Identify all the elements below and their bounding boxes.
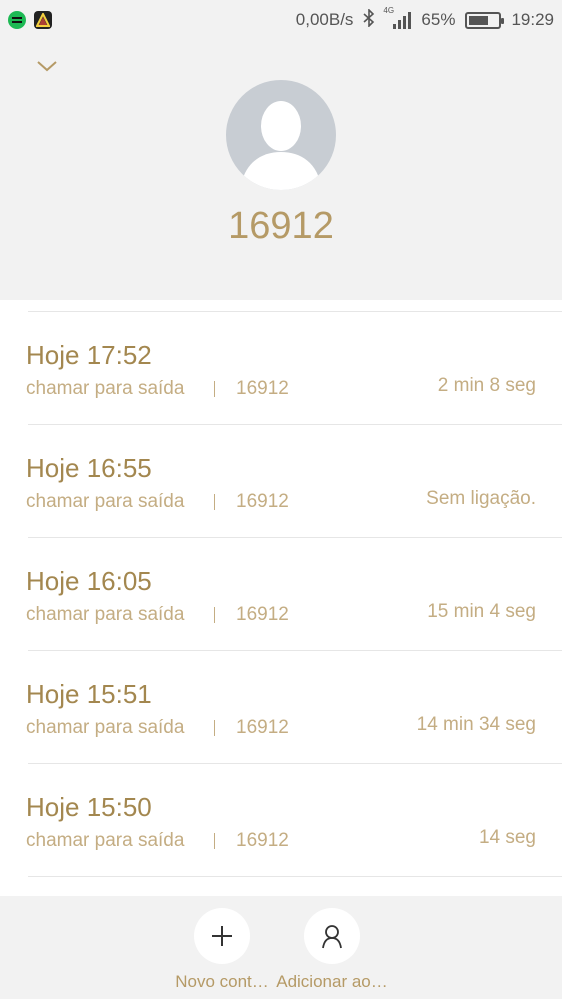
- separator: [214, 494, 215, 510]
- call-number: 16912: [236, 378, 289, 399]
- call-type: chamar para saída: [26, 491, 185, 512]
- battery-icon: [465, 11, 505, 29]
- call-type: chamar para saída: [26, 378, 185, 399]
- spotify-icon: [8, 11, 26, 29]
- contact-number: 16912: [228, 205, 334, 247]
- contact-header: 16912: [0, 40, 562, 300]
- call-duration: 2 min 8 seg: [437, 375, 536, 396]
- call-duration: 14 seg: [478, 827, 536, 848]
- battery-fill: [469, 15, 488, 25]
- call-type: chamar para saída: [26, 830, 185, 851]
- call-type: chamar para saída: [26, 717, 185, 738]
- call-number: 16912: [236, 604, 289, 625]
- bluetooth-icon: [363, 7, 375, 32]
- add-to-contact-button[interactable]: Adicionar ao…: [272, 908, 392, 992]
- network-speed: 0,00B/s: [295, 10, 354, 29]
- new-contact-button[interactable]: Novo cont…: [162, 908, 282, 992]
- call-time: Hoje 16:05: [26, 566, 152, 596]
- bottom-action-bar: Novo cont… Adicionar ao…: [0, 896, 562, 999]
- new-contact-label: Novo cont…: [175, 972, 269, 991]
- person-silhouette-icon: [240, 101, 322, 190]
- call-duration: 15 min 4 seg: [427, 601, 536, 622]
- signal-icon: 4G: [383, 6, 412, 29]
- call-log-row[interactable]: Hoje 16:05 chamar para saída 16912 15 mi…: [0, 538, 562, 651]
- avatar[interactable]: [226, 80, 336, 190]
- separator: [214, 381, 215, 397]
- add-to-contact-label: Adicionar ao…: [276, 972, 388, 991]
- call-time: Hoje 16:55: [26, 453, 152, 483]
- call-duration: Sem ligação.: [426, 488, 536, 509]
- call-log-row[interactable]: Hoje 16:55 chamar para saída 16912 Sem l…: [0, 425, 562, 538]
- status-bar-right: 0,00B/s 4G 65% 19:29: [295, 6, 554, 32]
- plus-icon[interactable]: [194, 908, 250, 964]
- call-number: 16912: [236, 717, 289, 738]
- call-time: Hoje 15:51: [26, 679, 152, 709]
- call-number: 16912: [236, 830, 289, 851]
- clock: 19:29: [511, 10, 554, 29]
- call-type: chamar para saída: [26, 604, 185, 625]
- call-log: Hoje 17:52 chamar para saída 16912 2 min…: [0, 300, 562, 896]
- signal-label: 4G: [383, 5, 395, 15]
- call-number: 16912: [236, 491, 289, 512]
- call-time: Hoje 15:50: [26, 792, 152, 822]
- prism-icon: [34, 11, 52, 29]
- call-log-row[interactable]: Hoje 15:51 chamar para saída 16912 14 mi…: [0, 651, 562, 764]
- call-time: Hoje 17:52: [26, 340, 152, 370]
- chevron-down-icon[interactable]: [34, 56, 60, 76]
- call-log-row[interactable]: Hoje 15:50 chamar para saída 16912 14 se…: [0, 764, 562, 877]
- status-bar: 0,00B/s 4G 65% 19:29: [0, 0, 562, 40]
- person-icon[interactable]: [304, 908, 360, 964]
- separator: [214, 607, 215, 623]
- battery-percent: 65%: [421, 10, 456, 29]
- separator: [214, 720, 215, 736]
- call-duration: 14 min 34 seg: [416, 714, 536, 735]
- divider: [28, 876, 562, 877]
- separator: [214, 833, 215, 849]
- call-log-row[interactable]: Hoje 17:52 chamar para saída 16912 2 min…: [0, 312, 562, 425]
- status-bar-left: [8, 11, 52, 29]
